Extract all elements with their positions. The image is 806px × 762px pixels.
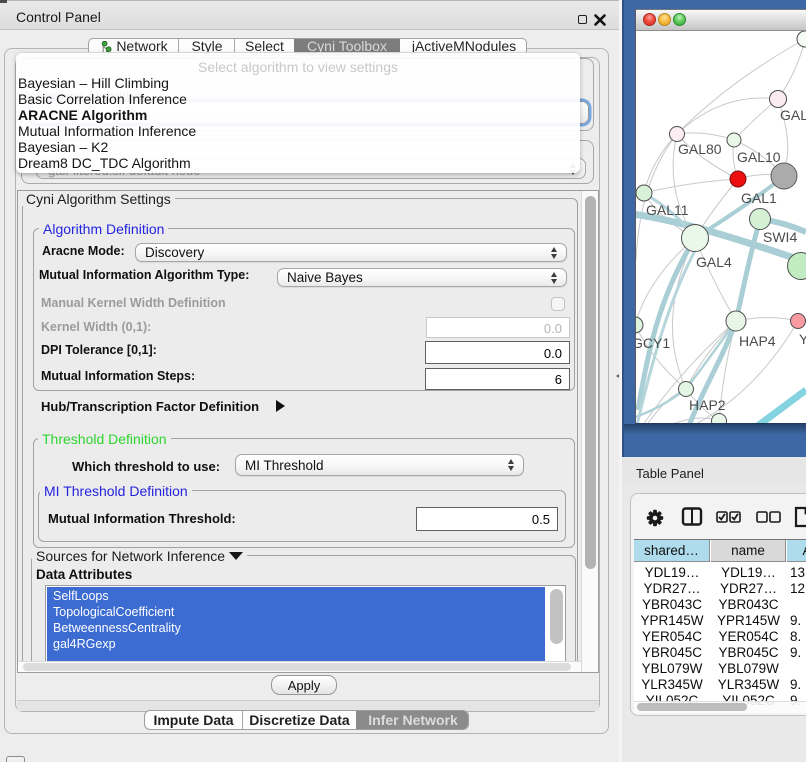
svg-text:GAL1: GAL1: [741, 190, 777, 206]
svg-text:HAP4: HAP4: [739, 333, 776, 349]
svg-text:YIL: YIL: [799, 331, 806, 347]
svg-text:GAL11: GAL11: [646, 202, 689, 218]
svg-text:GCY1: GCY1: [636, 335, 670, 351]
svg-text:GAL2: GAL2: [780, 107, 806, 123]
svg-text:GAL80: GAL80: [678, 141, 722, 157]
svg-text:GAL10: GAL10: [737, 149, 781, 165]
svg-text:HAP2: HAP2: [689, 397, 726, 413]
svg-text:SWI4: SWI4: [763, 229, 797, 245]
svg-text:GAL4: GAL4: [696, 254, 732, 270]
